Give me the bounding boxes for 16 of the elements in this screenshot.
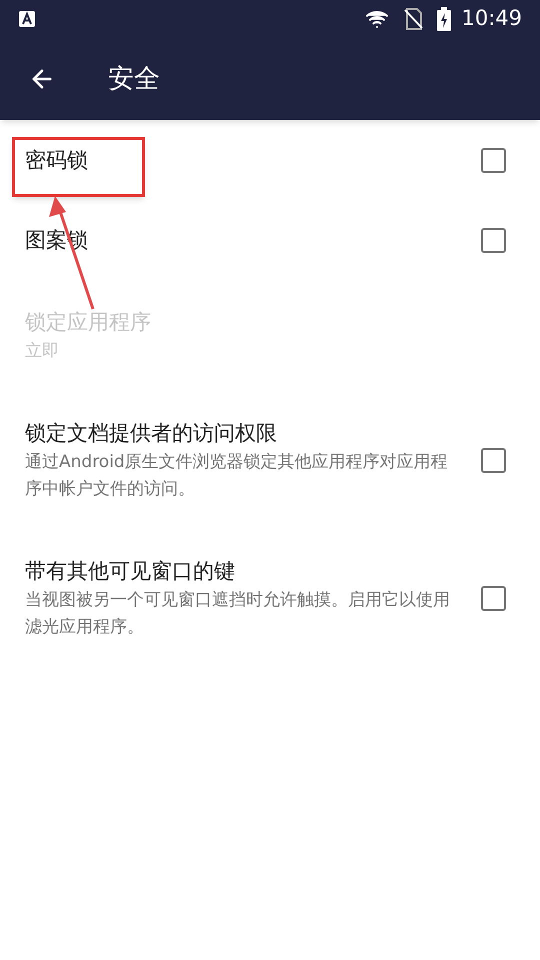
notification-icon	[18, 10, 36, 28]
clock: 10:49	[461, 5, 522, 32]
setting-title: 带有其他可见窗口的键	[25, 558, 236, 585]
screen-title: 安全	[108, 62, 160, 96]
battery-charging-icon	[437, 7, 452, 31]
checkbox[interactable]	[481, 448, 506, 472]
checkbox[interactable]	[481, 148, 506, 172]
setting-title: 密码锁	[25, 147, 89, 174]
setting-summary: 立即	[25, 340, 60, 363]
no-sim-icon	[403, 8, 424, 30]
checkbox[interactable]	[481, 228, 506, 252]
setting-summary: 通过Android原生文件浏览器锁定其他应用程序对应用程序中帐户文件的访问。	[25, 451, 449, 501]
setting-title: 锁定应用程序	[25, 309, 152, 336]
checkbox[interactable]	[481, 586, 506, 610]
setting-summary: 当视图被另一个可见窗口遮挡时允许触摸。启用它以使用滤光应用程序。	[25, 589, 451, 639]
setting-title: 锁定文档提供者的访问权限	[25, 420, 278, 447]
